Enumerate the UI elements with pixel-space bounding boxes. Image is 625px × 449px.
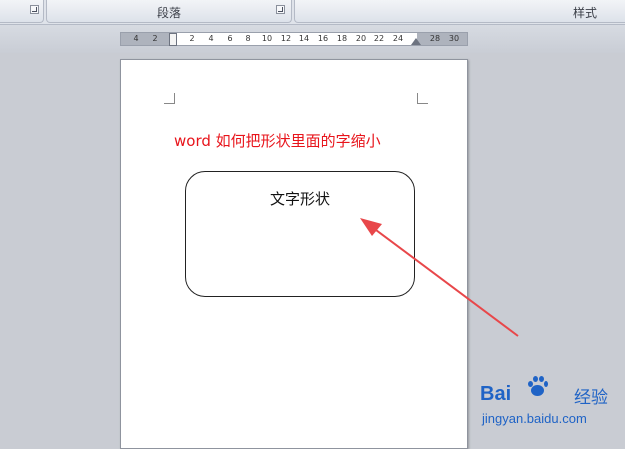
watermark-jingyan-text: 经验 [574,388,608,408]
baidu-jingyan-watermark: Bai 经验 jingyan.baidu.com [478,373,618,433]
watermark-url: jingyan.baidu.com [482,411,587,426]
baidu-paw-icon [526,375,548,397]
watermark-brand-left: Bai [480,383,512,405]
